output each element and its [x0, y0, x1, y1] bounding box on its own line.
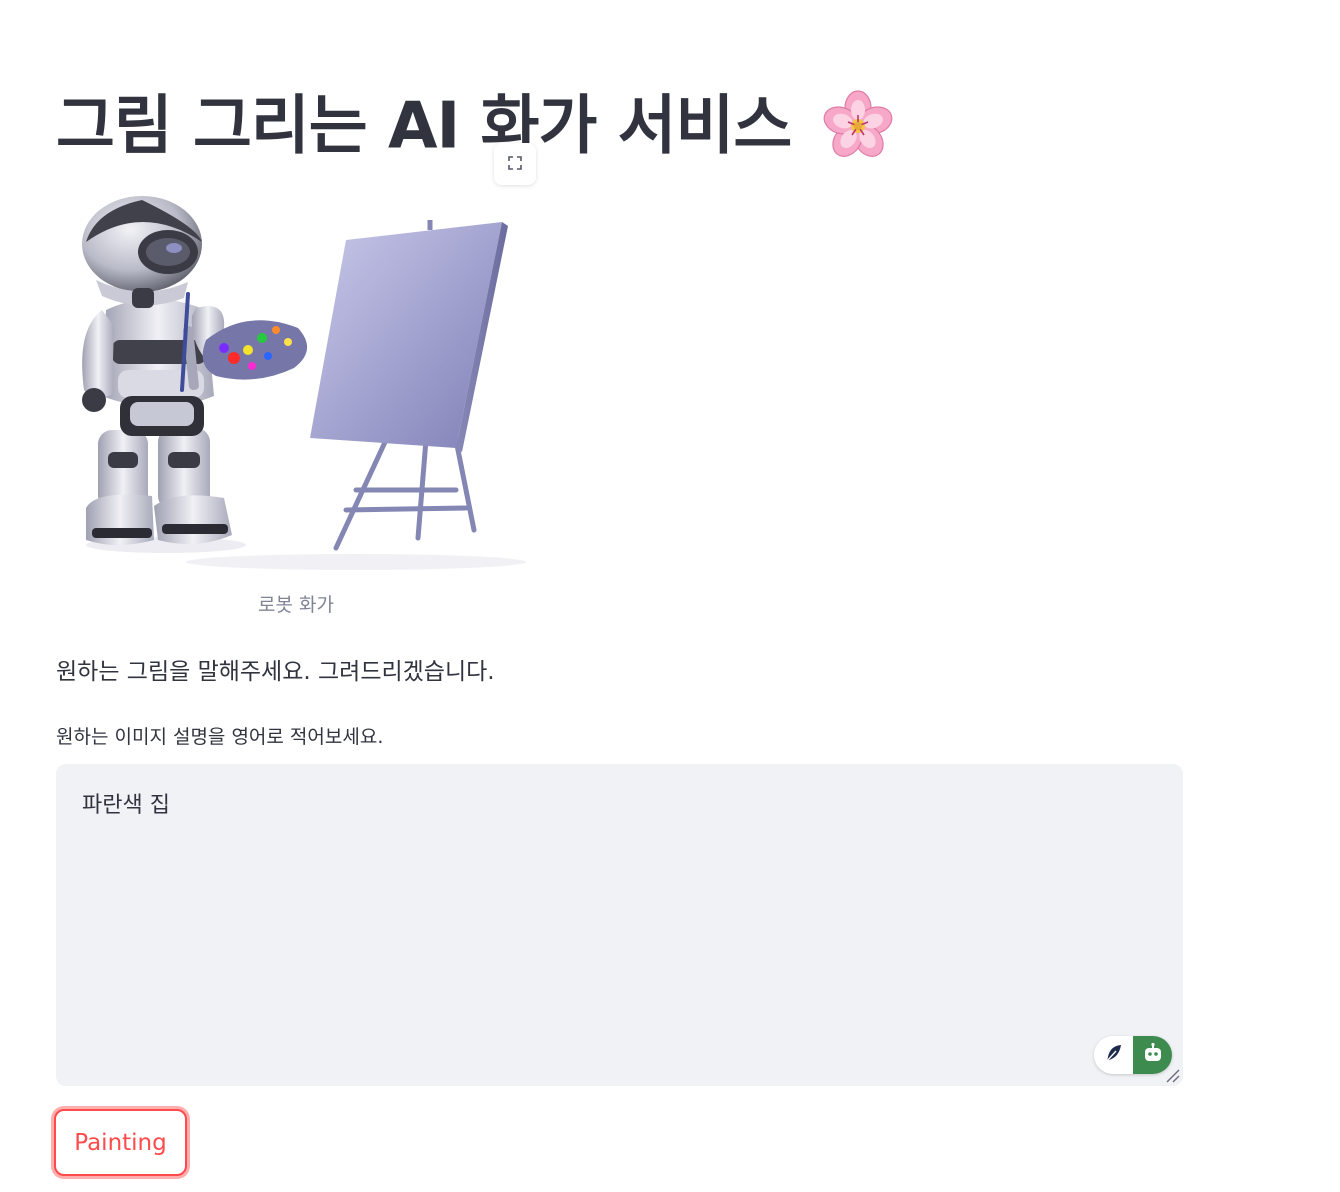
image-caption: 로봇 화가 — [258, 594, 334, 616]
robot-painter-image — [56, 190, 536, 580]
page-title-text: 그림 그리는 AI 화가 서비스 — [56, 89, 792, 164]
prompt-input-label: 원하는 이미지 설명을 영어로 적어보세요. — [56, 726, 384, 748]
fullscreen-button[interactable] — [494, 143, 536, 185]
cherry-blossom-icon — [821, 89, 895, 163]
robot-icon — [1142, 1042, 1164, 1068]
expand-icon — [508, 155, 522, 174]
painting-button[interactable]: Painting — [54, 1109, 187, 1176]
feather-pen-icon — [1104, 1043, 1124, 1067]
feather-pen-button[interactable] — [1094, 1036, 1133, 1074]
instruction-text: 원하는 그림을 말해주세요. 그려드리겠습니다. — [56, 659, 495, 685]
prompt-input-container: 파란색 집 — [56, 764, 1183, 1086]
resize-handle[interactable] — [1164, 1067, 1180, 1083]
extension-widget[interactable] — [1094, 1036, 1172, 1074]
app-root: 그림 그리는 AI 화가 서비스 로봇 화가 원하는 그림을 말해주세요. 그려… — [0, 0, 1340, 1192]
prompt-textarea[interactable]: 파란색 집 — [56, 764, 1183, 1086]
page-title: 그림 그리는 AI 화가 서비스 — [56, 78, 895, 171]
